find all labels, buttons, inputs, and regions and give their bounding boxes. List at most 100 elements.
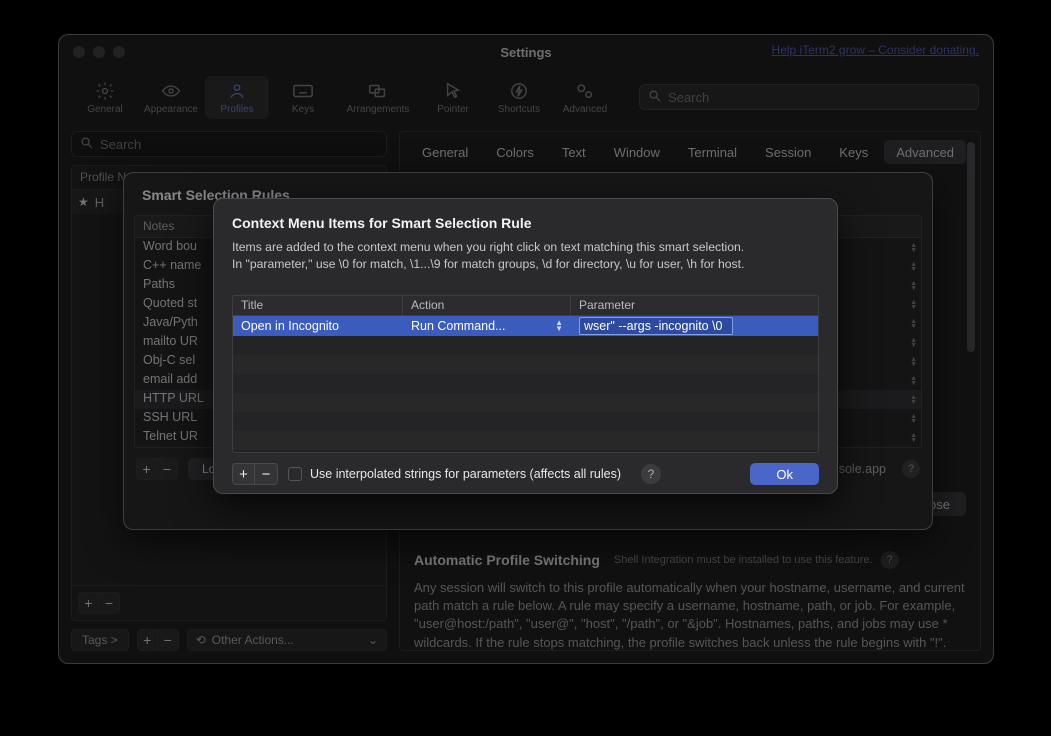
profile-row-label: H xyxy=(95,195,104,210)
tb-keys[interactable]: Keys xyxy=(271,76,335,119)
tab-keys[interactable]: Keys xyxy=(827,140,880,164)
tb-general[interactable]: General xyxy=(73,76,137,119)
tags-button[interactable]: Tags > xyxy=(71,629,129,651)
profiles-search[interactable] xyxy=(71,131,387,157)
remove-rule-button[interactable]: − xyxy=(157,459,177,479)
scrollbar[interactable] xyxy=(967,142,977,640)
tab-terminal[interactable]: Terminal xyxy=(676,140,749,164)
stepper-icon[interactable]: ▲▼ xyxy=(910,433,917,443)
keyboard-icon xyxy=(292,80,314,102)
stepper-icon[interactable]: ▲▼ xyxy=(910,319,917,329)
actions-table-header: Title Action Parameter xyxy=(233,296,818,316)
add-tag-button[interactable]: + xyxy=(138,630,158,650)
stepper-icon[interactable]: ▲▼ xyxy=(910,414,917,424)
toolbar-search-input[interactable] xyxy=(668,90,970,105)
search-icon xyxy=(80,136,94,153)
sun-icon: ⟲ xyxy=(196,633,206,647)
col-action[interactable]: Action xyxy=(403,296,571,315)
preferences-toolbar: General Appearance Profiles Keys Arrange… xyxy=(59,69,993,125)
search-icon xyxy=(648,89,662,106)
context-menu-title: Context Menu Items for Smart Selection R… xyxy=(232,215,819,231)
stepper-icon[interactable]: ▲▼ xyxy=(910,243,917,253)
action-add-remove: + − xyxy=(232,463,278,485)
tb-pointer-label: Pointer xyxy=(437,104,469,115)
tb-general-label: General xyxy=(87,104,123,115)
aps-section: Automatic Profile Switching Shell Integr… xyxy=(400,551,980,651)
context-menu-bottom-bar: + − Use interpolated strings for paramet… xyxy=(214,453,837,485)
stepper-icon[interactable]: ▲▼ xyxy=(910,262,917,272)
scrollbar-thumb[interactable] xyxy=(967,142,975,352)
tb-arrangements[interactable]: Arrangements xyxy=(337,76,419,119)
action-action-cell[interactable]: Run Command... ▲▼ xyxy=(403,316,571,336)
titlebar: Settings Help iTerm2 grow – Consider don… xyxy=(59,35,993,69)
interpolated-label: Use interpolated strings for parameters … xyxy=(310,467,621,481)
tb-shortcuts[interactable]: Shortcuts xyxy=(487,76,551,119)
donate-link[interactable]: Help iTerm2 grow – Consider donating. xyxy=(772,43,979,57)
profiles-search-input[interactable] xyxy=(100,137,378,152)
chevron-down-icon: ⌄ xyxy=(368,633,378,647)
stepper-icon[interactable]: ▲▼ xyxy=(910,300,917,310)
windows-icon xyxy=(367,80,389,102)
tb-profiles-label: Profiles xyxy=(220,104,253,115)
profile-tabs: General Colors Text Window Terminal Sess… xyxy=(400,132,980,172)
actions-table: Title Action Parameter Open in Incognito… xyxy=(232,295,819,453)
stepper-icon[interactable]: ▲▼ xyxy=(910,395,917,405)
help-icon[interactable]: ? xyxy=(902,460,920,478)
remove-profile-button[interactable]: − xyxy=(99,593,119,613)
stepper-icon[interactable]: ▲▼ xyxy=(910,357,917,367)
stepper-icon[interactable]: ▲▼ xyxy=(910,281,917,291)
stepper-icon[interactable]: ▲▼ xyxy=(910,338,917,348)
tb-advanced[interactable]: Advanced xyxy=(553,76,617,119)
col-parameter[interactable]: Parameter xyxy=(571,296,818,315)
person-icon xyxy=(227,80,247,102)
action-row[interactable]: Open in Incognito Run Command... ▲▼ xyxy=(233,316,818,336)
add-rule-button[interactable]: + xyxy=(137,459,157,479)
profiles-add-remove: + − xyxy=(78,592,120,614)
gears-icon xyxy=(574,80,596,102)
tb-keys-label: Keys xyxy=(292,104,314,115)
context-menu-desc: Items are added to the context menu when… xyxy=(232,239,819,273)
action-title-cell[interactable]: Open in Incognito xyxy=(233,316,403,336)
tb-appearance[interactable]: Appearance xyxy=(139,76,203,119)
parameter-input[interactable] xyxy=(579,317,733,335)
help-icon[interactable]: ? xyxy=(641,464,661,484)
other-actions-dropdown[interactable]: ⟲ Other Actions... ⌄ xyxy=(187,629,387,651)
tb-arrangements-label: Arrangements xyxy=(347,104,410,115)
tab-advanced[interactable]: Advanced xyxy=(884,140,966,164)
eye-icon xyxy=(160,80,182,102)
interpolated-checkbox[interactable] xyxy=(288,467,302,481)
remove-action-button[interactable]: − xyxy=(255,464,277,484)
rules-add-remove: + − xyxy=(136,458,178,480)
aps-title: Automatic Profile Switching xyxy=(414,552,600,568)
tab-text[interactable]: Text xyxy=(550,140,598,164)
tab-general[interactable]: General xyxy=(410,140,480,164)
tab-session[interactable]: Session xyxy=(753,140,823,164)
bolt-icon xyxy=(510,80,528,102)
gear-icon xyxy=(95,80,115,102)
other-actions-label: Other Actions... xyxy=(212,633,294,647)
tb-pointer[interactable]: Pointer xyxy=(421,76,485,119)
col-title[interactable]: Title xyxy=(233,296,403,315)
dropdown-chevrons-icon: ▲▼ xyxy=(555,320,563,332)
add-profile-button[interactable]: + xyxy=(79,593,99,613)
tb-profiles[interactable]: Profiles xyxy=(205,76,269,119)
cursor-icon xyxy=(444,80,462,102)
tb-appearance-label: Appearance xyxy=(144,104,198,115)
aps-description: Any session will switch to this profile … xyxy=(414,579,966,651)
tab-window[interactable]: Window xyxy=(602,140,672,164)
tb-shortcuts-label: Shortcuts xyxy=(498,104,540,115)
toolbar-search[interactable] xyxy=(639,84,979,110)
add-action-button[interactable]: + xyxy=(233,464,255,484)
remove-tag-button[interactable]: − xyxy=(158,630,178,650)
star-icon: ★ xyxy=(78,195,89,209)
aps-note: Shell Integration must be installed to u… xyxy=(614,554,873,566)
tags-add-remove: + − xyxy=(137,629,179,651)
tb-advanced-label: Advanced xyxy=(563,104,607,115)
stepper-icon[interactable]: ▲▼ xyxy=(910,376,917,386)
ok-button[interactable]: Ok xyxy=(750,463,819,485)
context-menu-sheet: Context Menu Items for Smart Selection R… xyxy=(213,198,838,494)
tags-bar: Tags > + − ⟲ Other Actions... ⌄ xyxy=(71,629,387,651)
help-icon[interactable]: ? xyxy=(881,551,899,569)
action-parameter-cell[interactable] xyxy=(571,316,818,336)
tab-colors[interactable]: Colors xyxy=(484,140,546,164)
